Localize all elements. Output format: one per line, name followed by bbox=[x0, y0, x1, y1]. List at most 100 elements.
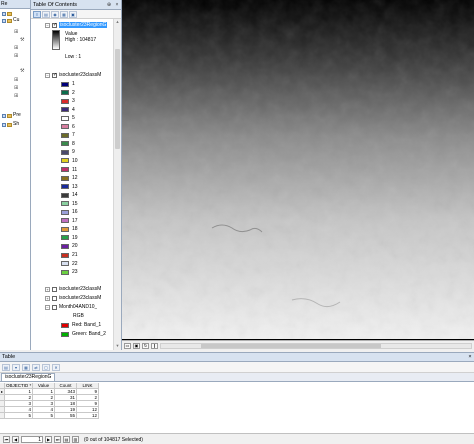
pin-icon[interactable]: ⊕ bbox=[105, 2, 113, 8]
catalog-item[interactable] bbox=[2, 10, 12, 17]
related-tables-button[interactable]: ▾ bbox=[12, 363, 20, 371]
catalog-item[interactable]: Sh bbox=[2, 121, 19, 128]
toc-scrollbar[interactable]: ▲ ▼ bbox=[113, 19, 121, 350]
class-color-swatch[interactable] bbox=[61, 81, 69, 87]
data-view-button[interactable]: ▣ bbox=[133, 342, 140, 349]
class-color-swatch[interactable] bbox=[61, 107, 69, 113]
catalog-item[interactable]: ⊞ bbox=[14, 52, 19, 59]
layer-row[interactable]: + isocluster23classM bbox=[45, 285, 113, 293]
catalog-item[interactable]: ⚒ bbox=[20, 36, 25, 43]
class-legend-item: 11 bbox=[61, 166, 113, 174]
expand-icon[interactable]: + bbox=[45, 286, 50, 292]
list-by-selection-button[interactable]: ▦ bbox=[60, 11, 68, 18]
class-color-swatch[interactable] bbox=[61, 226, 69, 232]
class-color-swatch[interactable] bbox=[61, 132, 69, 138]
first-record-button[interactable]: ⏮ bbox=[3, 436, 10, 443]
delete-selected-button[interactable]: ✕ bbox=[52, 363, 60, 371]
list-by-visibility-button[interactable]: ◉ bbox=[51, 11, 59, 18]
next-record-button[interactable]: ▶ bbox=[45, 436, 52, 443]
catalog-item[interactable]: ⚒ bbox=[20, 67, 25, 74]
layer-visibility-checkbox[interactable] bbox=[52, 22, 57, 28]
expand-icon[interactable] bbox=[2, 122, 6, 127]
class-color-swatch[interactable] bbox=[61, 243, 69, 249]
table-tab[interactable]: isocluster23RegionG bbox=[1, 373, 56, 381]
class-color-swatch[interactable] bbox=[61, 269, 69, 275]
catalog-item[interactable]: ⊞ bbox=[14, 28, 19, 35]
layer-row[interactable]: − Month04AND10_ bbox=[45, 303, 113, 311]
catalog-item[interactable]: ⊞ bbox=[14, 76, 19, 83]
expand-icon[interactable]: + bbox=[45, 295, 50, 301]
expand-icon[interactable] bbox=[2, 18, 6, 23]
class-color-swatch[interactable] bbox=[61, 201, 69, 207]
clear-selection-button[interactable]: ▢ bbox=[42, 363, 50, 371]
layer-visibility-checkbox[interactable] bbox=[52, 72, 57, 78]
collapse-icon[interactable]: − bbox=[45, 72, 50, 78]
map-horizontal-scrollbar[interactable] bbox=[160, 342, 472, 349]
catalog-item[interactable]: ⊞ bbox=[14, 84, 19, 91]
table-cell[interactable]: 55 bbox=[55, 413, 77, 419]
class-color-swatch[interactable] bbox=[61, 235, 69, 241]
class-color-swatch[interactable] bbox=[61, 209, 69, 215]
class-color-swatch[interactable] bbox=[61, 90, 69, 96]
refresh-button[interactable]: ↻ bbox=[142, 342, 149, 349]
class-color-swatch[interactable] bbox=[61, 252, 69, 258]
table-cell[interactable]: 5 bbox=[5, 413, 33, 419]
collapse-icon[interactable]: − bbox=[45, 22, 50, 28]
table-options-button[interactable]: ▤ bbox=[2, 363, 10, 371]
catalog-item[interactable]: ⊞ bbox=[14, 92, 19, 99]
layer-row[interactable]: − isocluster23classM bbox=[45, 71, 113, 79]
layer-row[interactable]: + isocluster23classM bbox=[45, 294, 113, 302]
layer-name[interactable]: isocluster23RegionG bbox=[59, 22, 108, 28]
show-all-records-button[interactable]: ▤ bbox=[63, 436, 70, 443]
scroll-thumb[interactable] bbox=[115, 49, 120, 149]
class-color-swatch[interactable] bbox=[61, 175, 69, 181]
class-color-swatch[interactable] bbox=[61, 184, 69, 190]
current-record-field[interactable]: 1 bbox=[21, 436, 43, 443]
scroll-down-arrow-icon[interactable]: ▼ bbox=[114, 343, 121, 350]
layer-name[interactable]: isocluster23classM bbox=[59, 295, 101, 301]
layer-name[interactable]: isocluster23classM bbox=[59, 286, 101, 292]
previous-record-button[interactable]: ◀ bbox=[12, 436, 19, 443]
close-icon[interactable]: × bbox=[466, 354, 474, 360]
catalog-title: Re bbox=[0, 0, 30, 9]
class-color-swatch[interactable] bbox=[61, 149, 69, 155]
class-color-swatch[interactable] bbox=[61, 98, 69, 104]
collapse-icon[interactable]: − bbox=[45, 304, 50, 310]
table-cell[interactable]: 5 bbox=[33, 413, 55, 419]
list-by-source-button[interactable]: ▤ bbox=[42, 11, 50, 18]
layer-name[interactable]: isocluster23classM bbox=[59, 72, 101, 78]
class-color-swatch[interactable] bbox=[61, 124, 69, 130]
table-cell[interactable]: 12 bbox=[77, 413, 99, 419]
class-color-swatch[interactable] bbox=[61, 261, 69, 267]
table-row[interactable]: 5 5 55 12 bbox=[0, 413, 99, 419]
class-color-swatch[interactable] bbox=[61, 167, 69, 172]
layer-visibility-checkbox[interactable] bbox=[52, 304, 57, 310]
map-view[interactable] bbox=[122, 0, 474, 340]
catalog-item[interactable]: Cu bbox=[2, 17, 19, 24]
scroll-thumb[interactable] bbox=[201, 343, 381, 348]
close-icon[interactable]: × bbox=[113, 2, 121, 8]
last-record-button[interactable]: ⏭ bbox=[54, 436, 61, 443]
catalog-item[interactable]: Pre bbox=[2, 112, 21, 119]
class-color-swatch[interactable] bbox=[61, 192, 69, 198]
expand-icon[interactable] bbox=[2, 11, 6, 16]
expand-icon[interactable] bbox=[2, 113, 6, 118]
class-color-swatch[interactable] bbox=[61, 218, 69, 224]
layer-visibility-checkbox[interactable] bbox=[52, 286, 57, 292]
layer-name[interactable]: Month04AND10_ bbox=[59, 304, 97, 310]
layout-view-button[interactable]: ▭ bbox=[124, 342, 131, 349]
pause-drawing-button[interactable]: ∥ bbox=[151, 342, 158, 349]
list-by-drawing-order-button[interactable]: ≡ bbox=[33, 11, 41, 18]
scroll-up-arrow-icon[interactable]: ▲ bbox=[114, 19, 121, 26]
layer-row[interactable]: − isocluster23RegionG bbox=[45, 21, 113, 29]
attribute-grid[interactable]: OBJECTID * Value Count LINK ▸ 1 1 343 9 2 2 31 2 3 3 18… bbox=[0, 383, 474, 433]
select-by-attributes-button[interactable]: ▦ bbox=[22, 363, 30, 371]
options-button[interactable]: ▣ bbox=[69, 11, 77, 18]
switch-selection-button[interactable]: ⇄ bbox=[32, 363, 40, 371]
show-selected-records-button[interactable]: ▥ bbox=[72, 436, 79, 443]
layer-visibility-checkbox[interactable] bbox=[52, 295, 57, 301]
class-color-swatch[interactable] bbox=[61, 158, 69, 164]
class-color-swatch[interactable] bbox=[61, 115, 69, 121]
catalog-item[interactable]: ⊞ bbox=[14, 44, 19, 51]
class-color-swatch[interactable] bbox=[61, 141, 69, 147]
